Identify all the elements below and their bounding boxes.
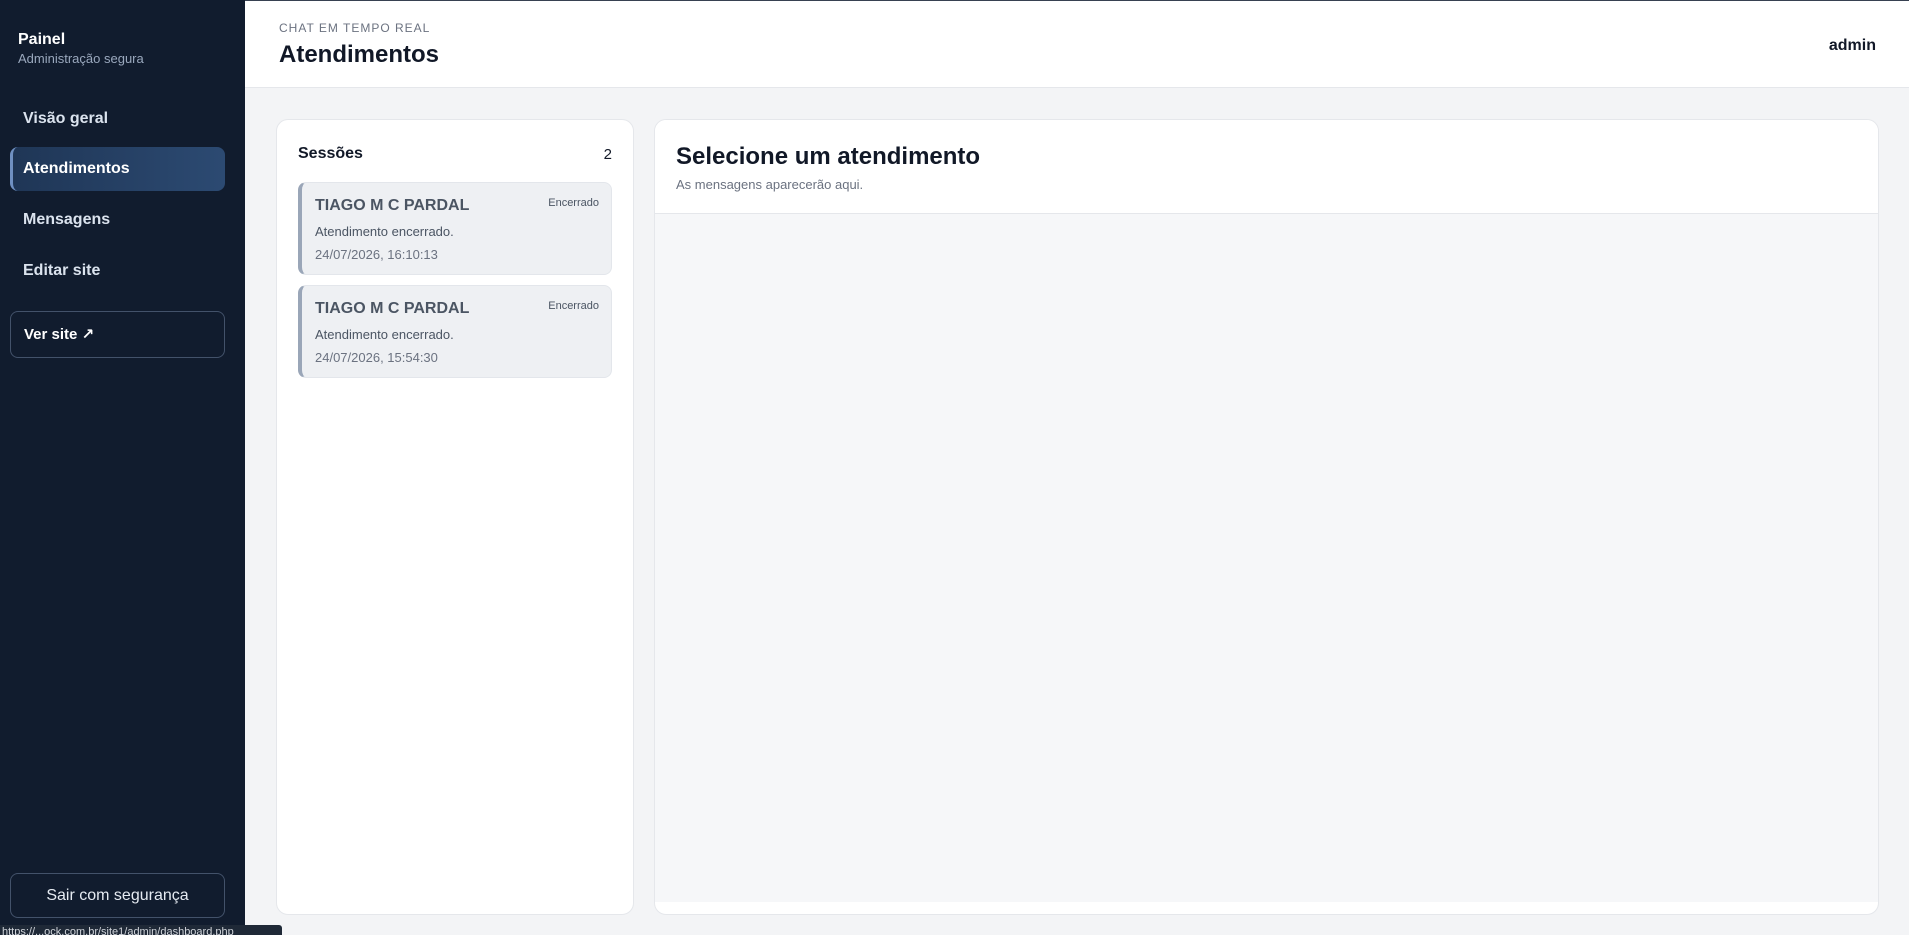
page-title: Atendimentos	[279, 41, 440, 68]
session-status-badge: Encerrado	[548, 300, 599, 312]
chat-header: Selecione um atendimento As mensagens ap…	[655, 120, 1878, 214]
chat-subtitle: As mensagens aparecerão aqui.	[676, 177, 864, 192]
session-name: TIAGO M C PARDAL	[315, 300, 470, 317]
sidebar-item-mensagens[interactable]: Mensagens	[10, 198, 225, 242]
sidebar-item-editar-site[interactable]: Editar site	[10, 249, 225, 293]
session-card[interactable]: TIAGO M C PARDAL Encerrado Atendimento e…	[298, 285, 612, 378]
brand-subtitle: Administração segura	[18, 51, 144, 66]
view-site-button[interactable]: Ver site ↗	[10, 311, 225, 358]
status-bar-url: https://...ock.com.br/site1/admin/dashbo…	[0, 925, 282, 935]
header-kicker: CHAT EM TEMPO REAL	[279, 21, 431, 35]
session-name: TIAGO M C PARDAL	[315, 197, 470, 214]
sessions-count: 2	[603, 146, 612, 163]
session-preview: Atendimento encerrado.	[315, 327, 454, 342]
brand: Painel Administração segura	[18, 30, 144, 68]
session-time: 24/07/2026, 16:10:13	[315, 247, 438, 262]
sidebar-item-visao-geral[interactable]: Visão geral	[10, 97, 225, 141]
chat-title: Selecione um atendimento	[676, 143, 981, 170]
chat-panel: Selecione um atendimento As mensagens ap…	[654, 119, 1879, 915]
logout-button[interactable]: Sair com segurança	[10, 873, 225, 918]
session-status-badge: Encerrado	[548, 197, 599, 209]
top-header: CHAT EM TEMPO REAL Atendimentos admin	[245, 0, 1909, 88]
sidebar: Painel Administração segura Visão geral …	[0, 0, 245, 935]
session-preview: Atendimento encerrado.	[315, 224, 454, 239]
brand-title: Painel	[18, 31, 66, 48]
sessions-panel: Sessões 2 TIAGO M C PARDAL Encerrado Ate…	[276, 119, 634, 915]
sessions-title: Sessões	[298, 145, 363, 162]
app-root: Painel Administração segura Visão geral …	[0, 0, 1909, 935]
session-card[interactable]: TIAGO M C PARDAL Encerrado Atendimento e…	[298, 182, 612, 275]
user-name[interactable]: admin	[1829, 37, 1876, 55]
chat-messages-area[interactable]	[655, 214, 1878, 902]
session-time: 24/07/2026, 15:54:30	[315, 350, 438, 365]
sidebar-item-atendimentos[interactable]: Atendimentos	[10, 147, 225, 191]
